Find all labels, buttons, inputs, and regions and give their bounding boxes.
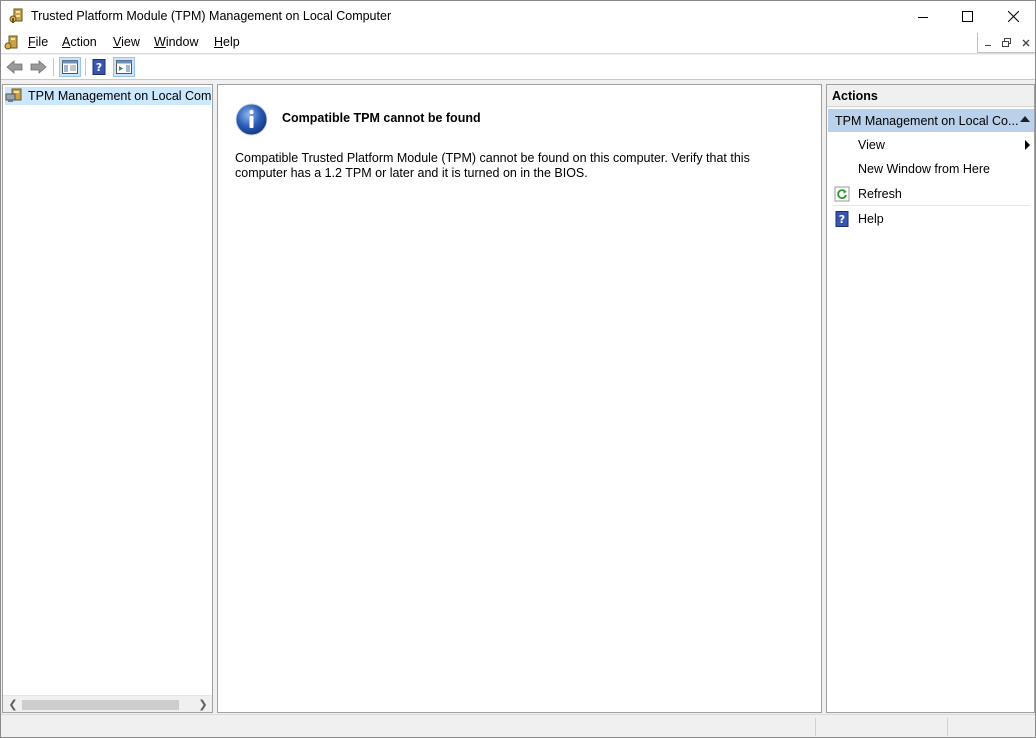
action-view[interactable]: View — [832, 133, 1030, 157]
message-line-2: computer has a 1.2 TPM or later and it i… — [235, 166, 588, 180]
message-line-1: Compatible Trusted Platform Module (TPM)… — [235, 151, 750, 165]
action-refresh[interactable]: Refresh — [832, 182, 1030, 206]
minimize-icon — [984, 44, 991, 46]
help-toolbar-button[interactable]: ? — [88, 57, 110, 77]
action-new-window-label: New Window from Here — [858, 162, 990, 176]
help-book-icon: ? — [92, 59, 106, 75]
actions-header: Actions — [827, 85, 1034, 107]
status-segment-divider — [815, 718, 816, 736]
menu-view-accel: V — [113, 35, 122, 49]
scroll-left-icon[interactable]: ❮ — [6, 698, 20, 711]
info-icon — [235, 103, 268, 136]
system-menu-icon[interactable] — [4, 35, 20, 51]
action-help-label: Help — [858, 212, 884, 226]
minimize-button[interactable] — [900, 1, 946, 32]
forward-arrow-icon — [30, 60, 47, 74]
collapse-icon[interactable] — [1020, 116, 1030, 122]
menu-help-accel: H — [214, 35, 224, 49]
action-refresh-label: Refresh — [858, 187, 902, 201]
tree-item-tpm-management[interactable]: TPM Management on Local Comp — [5, 87, 211, 105]
back-arrow-icon — [6, 60, 23, 74]
console-tree-pane: TPM Management on Local Comp ❮ ❯ — [2, 84, 213, 713]
scroll-right-icon[interactable]: ❯ — [196, 698, 210, 711]
scrollbar-thumb[interactable] — [22, 700, 179, 710]
tree-item-label: TPM Management on Local Comp — [28, 89, 211, 103]
toolbar-separator — [53, 58, 54, 76]
menu-window-label: indow — [165, 35, 199, 49]
close-icon — [1022, 39, 1029, 46]
restore-icon — [1002, 38, 1011, 47]
menu-action-label: ction — [70, 35, 97, 49]
mdi-restore-button[interactable] — [997, 33, 1016, 52]
console-tree-icon — [62, 60, 78, 74]
menu-bar: File Action View Window Help — [1, 32, 1035, 54]
actions-section-title: TPM Management on Local Co... — [835, 113, 1019, 128]
action-help[interactable]: ? Help — [832, 207, 1030, 231]
back-button[interactable] — [4, 57, 26, 77]
result-pane: Compatible TPM cannot be found Compatibl… — [217, 84, 822, 713]
toolbar: ? — [1, 55, 1035, 80]
action-view-label: View — [858, 138, 885, 152]
status-bar — [1, 714, 1035, 737]
menu-view[interactable]: View — [112, 35, 141, 49]
message-title: Compatible TPM cannot be found — [282, 111, 481, 125]
menu-file[interactable]: File — [27, 35, 49, 49]
title-bar: Trusted Platform Module (TPM) Management… — [1, 1, 1035, 32]
window-title: Trusted Platform Module (TPM) Management… — [31, 9, 392, 23]
action-pane-icon — [116, 60, 132, 74]
menu-help-label: elp — [223, 35, 240, 49]
show-hide-console-tree-button[interactable] — [59, 57, 81, 77]
forward-button[interactable] — [27, 57, 49, 77]
horizontal-scrollbar[interactable]: ❮ ❯ — [3, 695, 212, 712]
action-new-window[interactable]: New Window from Here — [832, 157, 1030, 181]
help-icon: ? — [835, 211, 849, 227]
svg-text:?: ? — [96, 61, 102, 74]
message-body: Compatible Trusted Platform Module (TPM)… — [235, 151, 755, 181]
maximize-icon — [961, 11, 973, 22]
menu-window[interactable]: Window — [153, 35, 199, 49]
tpm-app-icon — [9, 8, 23, 23]
toolbar-separator — [85, 58, 86, 76]
actions-section-header[interactable]: TPM Management on Local Co... — [828, 109, 1034, 132]
refresh-icon — [834, 186, 850, 202]
tpm-snapin-icon — [5, 88, 22, 102]
status-segment-divider — [947, 718, 948, 736]
menu-file-accel: F — [28, 35, 36, 49]
close-button[interactable] — [990, 1, 1036, 32]
menu-view-label: iew — [121, 35, 140, 49]
menu-help[interactable]: Help — [213, 35, 241, 49]
mmc-window: Trusted Platform Module (TPM) Management… — [0, 0, 1036, 738]
svg-text:?: ? — [839, 213, 845, 226]
actions-pane: Actions TPM Management on Local Co... Vi… — [826, 84, 1035, 713]
close-icon — [1007, 11, 1019, 22]
mdi-close-button[interactable] — [1016, 33, 1035, 52]
menu-window-accel: W — [154, 35, 166, 49]
menu-file-label: ile — [35, 35, 49, 49]
minimize-icon — [918, 16, 928, 18]
menu-action[interactable]: Action — [61, 35, 98, 49]
submenu-arrow-icon — [1025, 140, 1030, 150]
maximize-button[interactable] — [944, 1, 990, 32]
mdi-controls — [977, 33, 1035, 53]
mdi-minimize-button[interactable] — [978, 33, 997, 52]
show-hide-action-pane-button[interactable] — [113, 57, 135, 77]
